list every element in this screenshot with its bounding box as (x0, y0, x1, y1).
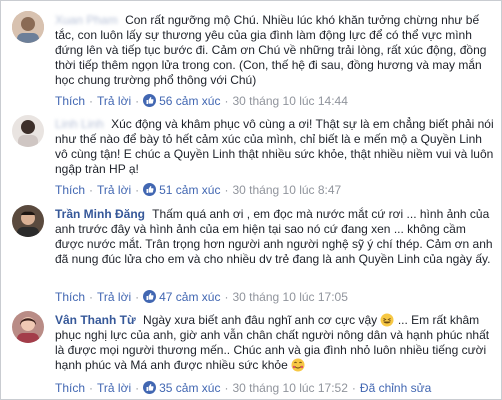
like-reaction-icon (143, 183, 157, 196)
avatar-image (12, 11, 44, 43)
avatar-image (12, 115, 44, 147)
comment-text: Ngày xưa biết anh đâu nghĩ anh cơ cực vậ… (143, 313, 378, 327)
reply-button[interactable]: Trả lời (97, 94, 131, 108)
like-button[interactable]: Thích (55, 94, 85, 108)
comment-body: Xuan Pham Con rất ngưỡng mộ Chú. Nhiều l… (55, 13, 495, 88)
reaction-count[interactable]: 47 cảm xúc (159, 290, 220, 304)
comment-timestamp[interactable]: 30 tháng 10 lúc 14:44 (232, 94, 347, 108)
reply-button[interactable]: Trả lời (97, 290, 131, 304)
comment-timestamp[interactable]: 30 tháng 10 lúc 17:52 (232, 381, 347, 395)
smiling-face-hearts-icon (291, 358, 305, 372)
comment-author[interactable]: Linh Linh (55, 117, 104, 131)
laughing-face-icon (380, 313, 394, 327)
comment-body: Vân Thanh Từ Ngày xưa biết anh đâu nghĩ … (55, 313, 495, 373)
like-reaction-icon (143, 290, 157, 303)
avatar[interactable] (12, 11, 44, 43)
reaction-count[interactable]: 35 cảm xúc (159, 381, 220, 395)
comment-body: Linh Linh Xúc động và khâm phục vô cùng … (55, 117, 495, 177)
comment-actions: Thích · Trả lời · 56 cảm xúc · 30 tháng 10 lúc… (55, 94, 348, 108)
reply-button[interactable]: Trả lời (97, 183, 131, 197)
comment-body: Trần Minh Đăng Thấm quá anh ơi , em đọc … (55, 207, 495, 267)
comment-author[interactable]: Vân Thanh Từ (55, 313, 136, 327)
avatar-image (12, 205, 44, 237)
like-button[interactable]: Thích (55, 381, 85, 395)
like-button[interactable]: Thích (55, 183, 85, 197)
comment-text: Xúc động và khâm phục vô cùng a ơi! Thật… (55, 117, 494, 176)
comment-actions: Thích · Trả lời · 47 cảm xúc · 30 tháng 10 lúc… (55, 290, 348, 304)
edited-label[interactable]: Đã chỉnh sửa (360, 381, 431, 395)
like-button[interactable]: Thích (55, 290, 85, 304)
reaction-count[interactable]: 56 cảm xúc (159, 94, 220, 108)
avatar[interactable] (12, 311, 44, 343)
like-reaction-icon (143, 94, 157, 107)
reaction-count[interactable]: 51 cảm xúc (159, 183, 220, 197)
comment-timestamp[interactable]: 30 tháng 10 lúc 17:05 (232, 290, 347, 304)
comment-author[interactable]: Xuan Pham (55, 13, 118, 27)
comment-actions: Thích · Trả lời · 35 cảm xúc · 30 tháng 10 lúc… (55, 381, 432, 395)
comment-actions: Thích · Trả lời · 51 cảm xúc · 30 tháng 10 lúc… (55, 183, 342, 197)
like-reaction-icon (143, 381, 157, 394)
comment-list: Xuan Pham Con rất ngưỡng mộ Chú. Nhiều l… (0, 0, 502, 400)
avatar[interactable] (12, 115, 44, 147)
comment-text: Con rất ngưỡng mộ Chú. Nhiều lúc khó khă… (55, 13, 487, 87)
avatar-image (12, 311, 44, 343)
comment-author[interactable]: Trần Minh Đăng (55, 207, 145, 221)
comment-timestamp[interactable]: 30 tháng 10 lúc 8:47 (232, 183, 341, 197)
reply-button[interactable]: Trả lời (97, 381, 131, 395)
avatar[interactable] (12, 205, 44, 237)
